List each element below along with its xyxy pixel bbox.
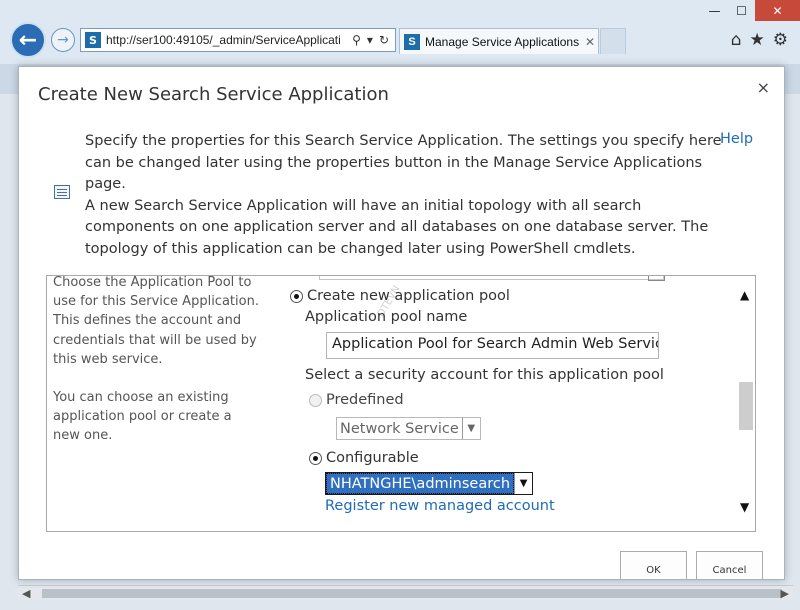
section-description: Choose the Application Pool to use for t…: [53, 275, 261, 465]
address-bar[interactable]: S http://ser100:49105/_admin/ServiceAppl…: [80, 28, 396, 52]
description-text-2: You can choose an existing application p…: [53, 390, 232, 444]
scrollbar-thumb[interactable]: [739, 382, 753, 430]
managed-account-select[interactable]: NHATNGHE\adminsearch ▼: [325, 472, 534, 495]
dialog-title: Create New Search Service Application: [38, 84, 389, 105]
predefined-option[interactable]: Predefined: [309, 392, 404, 408]
create-search-service-dialog: Create New Search Service Application × …: [18, 66, 785, 580]
scrollbar-thumb[interactable]: [42, 589, 782, 598]
create-new-pool-option[interactable]: Create new application pool: [290, 288, 510, 304]
properties-icon: [54, 185, 70, 199]
browser-toolbar: ⌂ ★ ⚙: [731, 30, 788, 50]
pool-name-label: Application pool name: [305, 309, 468, 325]
url-text[interactable]: http://ser100:49105/_admin/ServiceApplic…: [106, 33, 346, 47]
predefined-radio[interactable]: [309, 393, 322, 407]
back-button[interactable]: ←: [10, 22, 46, 58]
field-above-button: [648, 276, 665, 281]
chevron-down-icon[interactable]: ▾: [367, 33, 373, 47]
scroll-right-icon[interactable]: ▶: [781, 587, 789, 600]
maximize-button[interactable]: ☐: [728, 0, 755, 21]
chevron-down-icon[interactable]: ▼: [461, 418, 480, 439]
scroll-up-icon[interactable]: ▲: [740, 288, 749, 302]
address-tools: ⚲ ▾ ↻: [346, 33, 395, 47]
star-icon[interactable]: ★: [750, 30, 765, 50]
browser-tab[interactable]: S Manage Service Applications ✕: [399, 28, 599, 54]
security-account-label: Select a security account for this appli…: [305, 367, 664, 383]
help-link[interactable]: Help: [720, 131, 753, 147]
intro-text-1: Specify the properties for this Search S…: [85, 133, 722, 192]
field-above: [319, 276, 664, 280]
predefined-account-select[interactable]: Network Service ▼: [336, 417, 481, 440]
sharepoint-icon: S: [85, 32, 101, 48]
configurable-radio[interactable]: [309, 451, 322, 465]
intro-text-2: A new Search Service Application will ha…: [85, 197, 709, 257]
dialog-intro: Specify the properties for this Search S…: [85, 131, 725, 260]
sharepoint-icon: S: [404, 33, 420, 50]
horizontal-scrollbar[interactable]: ◀ ▶: [18, 585, 793, 600]
configurable-option[interactable]: Configurable: [309, 450, 419, 466]
close-tab-icon[interactable]: ✕: [582, 35, 598, 49]
new-tab-button[interactable]: [600, 28, 626, 54]
cancel-button[interactable]: Cancel: [696, 551, 763, 579]
tab-title: Manage Service Applications: [425, 34, 580, 49]
predefined-label: Predefined: [326, 392, 404, 408]
create-new-pool-radio[interactable]: [290, 289, 303, 303]
vertical-scrollbar[interactable]: ▲ ▼: [737, 276, 755, 531]
chevron-down-icon[interactable]: ▼: [514, 473, 532, 494]
close-window-button[interactable]: ✕: [755, 0, 800, 21]
ok-button[interactable]: OK: [620, 551, 687, 579]
window-controls: — ☐ ✕: [701, 0, 800, 22]
minimize-button[interactable]: —: [701, 0, 728, 21]
search-icon[interactable]: ⚲: [352, 33, 361, 47]
forward-button[interactable]: →: [51, 28, 75, 52]
close-icon[interactable]: ×: [757, 78, 770, 97]
scroll-down-icon[interactable]: ▼: [740, 500, 749, 514]
application-pool-section: Choose the Application Pool to use for t…: [46, 275, 756, 532]
description-text-1: Choose the Application Pool to use for t…: [53, 275, 259, 367]
gear-icon[interactable]: ⚙: [773, 30, 788, 50]
arrow-left-icon: ←: [18, 27, 38, 53]
refresh-icon[interactable]: ↻: [379, 33, 389, 47]
managed-account-value: NHATNGHE\adminsearch: [326, 473, 515, 494]
scroll-left-icon[interactable]: ◀: [22, 587, 30, 600]
register-managed-account-link[interactable]: Register new managed account: [325, 498, 555, 514]
pool-name-input[interactable]: Application Pool for Search Admin Web Se…: [326, 332, 659, 359]
predefined-account-value: Network Service: [340, 420, 459, 437]
arrow-right-icon: →: [57, 32, 69, 48]
create-new-pool-label: Create new application pool: [307, 288, 510, 304]
configurable-label: Configurable: [326, 450, 419, 466]
home-icon[interactable]: ⌂: [731, 30, 742, 50]
browser-chrome: — ☐ ✕ ← → S http://ser100:49105/_admin/S…: [0, 0, 800, 64]
